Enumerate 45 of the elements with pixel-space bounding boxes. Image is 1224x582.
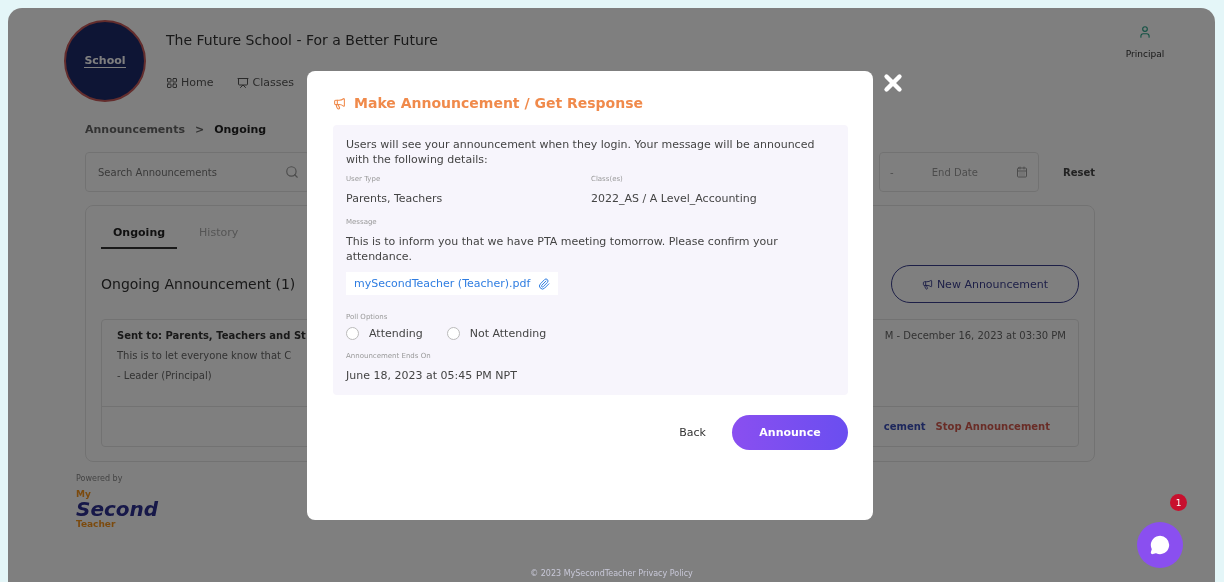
action-link[interactable]: cement <box>883 421 926 432</box>
radio-button[interactable] <box>346 327 359 340</box>
breadcrumb-separator: > <box>194 123 205 136</box>
message-text: This is to inform you that we have PTA meeting tomorrow. Please confirm your attendance. <box>346 234 779 264</box>
dialog-title: Make Announcement / Get Response <box>354 95 643 111</box>
logo-text: School <box>84 54 126 68</box>
chat-button[interactable] <box>1137 522 1183 568</box>
copyright-text: © 2023 MySecondTeacher Privacy Policy <box>530 569 693 578</box>
end-date-text: June 18, 2023 at 05:45 PM NPT <box>346 368 518 383</box>
poll-option[interactable]: Attending <box>346 327 423 340</box>
search-icon <box>285 165 299 179</box>
announcement-text: This is to let everyone know that C <box>117 350 293 361</box>
user-role: Principal <box>1125 49 1165 59</box>
attachment-link[interactable]: mySecondTeacher (Teacher).pdf <box>346 272 559 295</box>
poll-option[interactable]: Not Attending <box>446 327 547 340</box>
calendar-icon <box>1016 166 1028 178</box>
date-range: M - December 16, 2023 at 03:30 PM <box>884 330 1066 343</box>
school-name: The Future School - For a Better Future <box>166 32 439 48</box>
new-announcement-button[interactable]: New Announcement <box>891 265 1079 303</box>
paperclip-icon <box>538 277 551 290</box>
intro-text: Users will see your announcement when they login. Your message will be announced with the following details: <box>346 137 816 167</box>
section-title: Ongoing Announcement (1) <box>101 276 296 292</box>
brand-logo: My Second Teacher <box>76 489 160 529</box>
megaphone-icon <box>333 96 346 110</box>
grid-icon <box>166 76 178 89</box>
nav-link[interactable]: Classes <box>237 76 294 89</box>
breadcrumb-item[interactable]: Announcements <box>85 123 185 136</box>
nav-link[interactable]: Home <box>166 76 214 89</box>
user-icon[interactable] <box>1138 25 1152 39</box>
stop-link[interactable]: Stop Announcement <box>935 421 1050 432</box>
chat-icon <box>1150 535 1170 555</box>
radio-button[interactable] <box>446 327 460 340</box>
tab[interactable]: Ongoing <box>101 216 178 249</box>
recipients-text: Sent to: Parents, Teachers and St <box>117 330 306 341</box>
board-icon <box>237 76 250 89</box>
reset-button[interactable]: Reset <box>1063 166 1095 178</box>
field-value: Parents, Teachers <box>346 191 444 206</box>
breadcrumb-item[interactable]: Ongoing <box>214 123 267 136</box>
author-text: - Leader (Principal) <box>117 370 213 381</box>
field-value: 2022_AS / A Level_Accounting <box>591 191 758 206</box>
notification-badge: 1 <box>1170 494 1187 511</box>
search-input[interactable]: Search Announcements <box>96 165 266 179</box>
megaphone-icon <box>921 278 933 290</box>
announce-button[interactable]: Announce <box>732 415 848 450</box>
back-button[interactable]: Back <box>673 425 712 440</box>
